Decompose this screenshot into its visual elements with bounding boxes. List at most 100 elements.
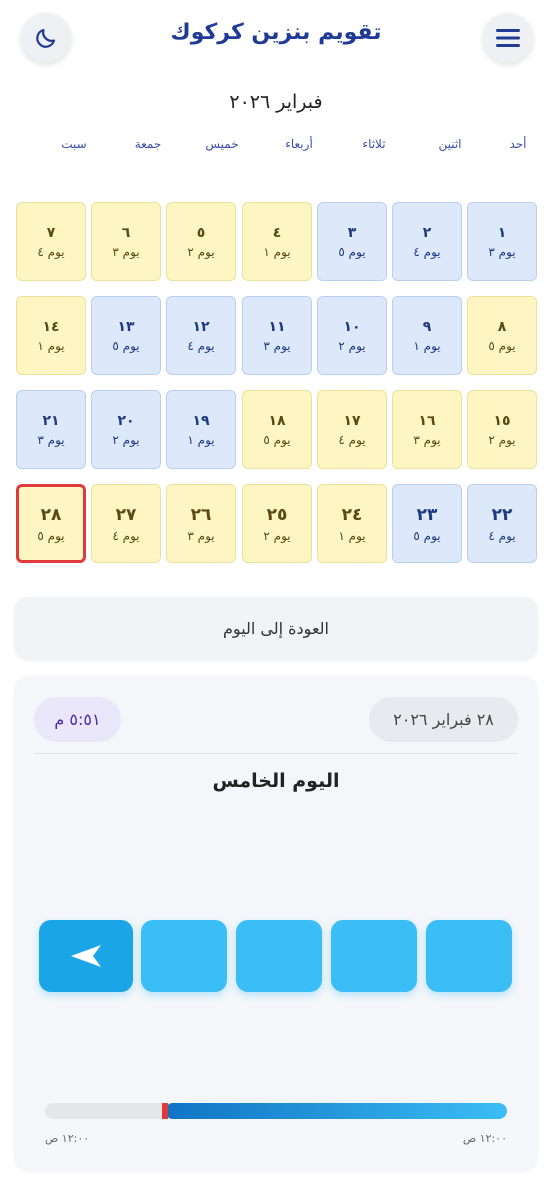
day-cycle-label: يوم ٥ bbox=[488, 338, 516, 353]
weekday-label: اثنين bbox=[438, 137, 462, 151]
day-cycle-label: يوم ٤ bbox=[488, 528, 516, 543]
calendar-day[interactable]: ١١ يوم ٣ bbox=[242, 296, 312, 375]
day-cycle-label: يوم ٤ bbox=[187, 338, 215, 353]
day-cycle-label: يوم ٥ bbox=[413, 528, 441, 543]
calendar-day[interactable]: ٢٤ يوم ١ bbox=[317, 484, 387, 563]
weekday-label: جمعة bbox=[134, 137, 162, 151]
day-number: ٤ bbox=[272, 224, 282, 241]
progress-end-label: ١٢:٠٠ ص bbox=[45, 1132, 90, 1145]
day-cycle-label: يوم ٢ bbox=[112, 432, 140, 447]
weekday-label: ثلاثاء bbox=[362, 137, 386, 151]
day-number: ٢٦ bbox=[190, 504, 212, 525]
calendar-day[interactable]: ١٣ يوم ٥ bbox=[91, 296, 161, 375]
day-number: ٢٥ bbox=[266, 504, 288, 525]
calendar-day[interactable]: ٨ يوم ٥ bbox=[467, 296, 537, 375]
day-name: اليوم الخامس bbox=[212, 770, 340, 792]
day-cycle-label: يوم ١ bbox=[263, 244, 291, 259]
calendar-day[interactable]: ٩ يوم ١ bbox=[392, 296, 462, 375]
day-cycle-label: يوم ١ bbox=[413, 338, 441, 353]
day-number: ١٦ bbox=[418, 412, 436, 429]
calendar-day[interactable]: ٢٠ يوم ٢ bbox=[91, 390, 161, 469]
calendar-day[interactable]: ٢١ يوم ٣ bbox=[16, 390, 86, 469]
arrow-left-icon bbox=[71, 945, 101, 967]
day-slot-4[interactable] bbox=[141, 920, 227, 992]
calendar-day[interactable]: ٢٧ يوم ٤ bbox=[91, 484, 161, 563]
day-number: ١٨ bbox=[268, 412, 286, 429]
day-cycle-label: يوم ٣ bbox=[37, 432, 65, 447]
day-number: ١٢ bbox=[192, 318, 210, 335]
current-time-badge: ٥:٥١ م bbox=[34, 697, 121, 742]
calendar-day[interactable]: ٧ يوم ٤ bbox=[16, 202, 86, 281]
day-number: ٢٣ bbox=[416, 504, 438, 525]
day-number: ١٤ bbox=[42, 318, 60, 335]
day-cycle-label: يوم ٥ bbox=[338, 244, 366, 259]
day-cycle-label: يوم ٥ bbox=[37, 528, 65, 543]
calendar-day[interactable]: ٢ يوم ٤ bbox=[392, 202, 462, 281]
calendar-day[interactable]: ٢٢ يوم ٤ bbox=[467, 484, 537, 563]
calendar-day[interactable]: ١ يوم ٣ bbox=[467, 202, 537, 281]
day-cycle-label: يوم ٢ bbox=[187, 244, 215, 259]
day-number: ٩ bbox=[422, 318, 432, 335]
calendar-day[interactable]: ١٨ يوم ٥ bbox=[242, 390, 312, 469]
calendar-day[interactable]: ٤ يوم ١ bbox=[242, 202, 312, 281]
day-cycle-label: يوم ٣ bbox=[263, 338, 291, 353]
calendar-day[interactable]: ١٥ يوم ٢ bbox=[467, 390, 537, 469]
calendar-day[interactable]: ١٩ يوم ١ bbox=[166, 390, 236, 469]
calendar-day[interactable]: ١٢ يوم ٤ bbox=[166, 296, 236, 375]
progress-marker bbox=[162, 1103, 168, 1119]
day-number: ٢ bbox=[422, 224, 432, 241]
calendar-day[interactable]: ١٧ يوم ٤ bbox=[317, 390, 387, 469]
weekday-header: أحد اثنين ثلاثاء أربعاء خميس جمعة سبت bbox=[0, 137, 552, 157]
day-slot-3[interactable] bbox=[236, 920, 322, 992]
calendar-day[interactable]: ١٦ يوم ٣ bbox=[392, 390, 462, 469]
day-number: ٧ bbox=[46, 224, 56, 241]
calendar-day[interactable]: ٢٦ يوم ٣ bbox=[166, 484, 236, 563]
day-slot-2[interactable] bbox=[331, 920, 417, 992]
day-number: ٢٢ bbox=[491, 504, 513, 525]
calendar-day[interactable]: ٦ يوم ٣ bbox=[91, 202, 161, 281]
day-slot-1[interactable] bbox=[426, 920, 512, 992]
day-info-card: ٢٨ فبراير ٢٠٢٦ ٥:٥١ م اليوم الخامس ١٢:٠٠… bbox=[15, 676, 537, 1170]
day-number: ٢١ bbox=[42, 412, 60, 429]
calendar-day[interactable]: ٣ يوم ٥ bbox=[317, 202, 387, 281]
day-slot-5[interactable] bbox=[39, 920, 133, 992]
weekday-label: أربعاء bbox=[285, 137, 313, 151]
day-number: ١٣ bbox=[117, 318, 135, 335]
day-cycle-label: يوم ٣ bbox=[187, 528, 215, 543]
calendar-day[interactable]: ٢٨ يوم ٥ bbox=[16, 484, 86, 563]
moon-icon bbox=[36, 28, 56, 48]
day-cycle-label: يوم ٤ bbox=[37, 244, 65, 259]
day-number: ٨ bbox=[497, 318, 507, 335]
calendar-day[interactable]: ١٤ يوم ١ bbox=[16, 296, 86, 375]
day-number: ٢٧ bbox=[115, 504, 137, 525]
day-cycle-label: يوم ٢ bbox=[488, 432, 516, 447]
day-cycle-label: يوم ١ bbox=[37, 338, 65, 353]
day-number: ١ bbox=[497, 224, 507, 241]
divider bbox=[34, 753, 518, 754]
day-cycle-label: يوم ٤ bbox=[413, 244, 441, 259]
day-cycle-label: يوم ٤ bbox=[338, 432, 366, 447]
day-number: ٢٨ bbox=[40, 504, 62, 525]
day-number: ٥ bbox=[196, 224, 206, 241]
calendar-day[interactable]: ١٠ يوم ٢ bbox=[317, 296, 387, 375]
calendar-day[interactable]: ٥ يوم ٢ bbox=[166, 202, 236, 281]
day-number: ٣ bbox=[347, 224, 357, 241]
day-cycle-label: يوم ٤ bbox=[112, 528, 140, 543]
calendar-day[interactable]: ٢٣ يوم ٥ bbox=[392, 484, 462, 563]
app-header: تقويم بنزين كركوك bbox=[0, 0, 552, 76]
progress-fill bbox=[165, 1103, 507, 1119]
weekday-label: سبت bbox=[61, 137, 87, 151]
day-number: ١٥ bbox=[493, 412, 511, 429]
back-to-today-button[interactable]: العودة إلى اليوم bbox=[15, 597, 537, 659]
day-number: ١٩ bbox=[192, 412, 210, 429]
selected-date-badge: ٢٨ فبراير ٢٠٢٦ bbox=[369, 697, 518, 742]
day-cycle-label: يوم ١ bbox=[187, 432, 215, 447]
calendar-day[interactable]: ٢٥ يوم ٢ bbox=[242, 484, 312, 563]
day-cycle-label: يوم ٥ bbox=[112, 338, 140, 353]
day-cycle-label: يوم ٣ bbox=[413, 432, 441, 447]
day-cycle-label: يوم ٣ bbox=[488, 244, 516, 259]
theme-toggle-button[interactable] bbox=[21, 13, 71, 63]
day-cycle-label: يوم ١ bbox=[338, 528, 366, 543]
day-number: ١٠ bbox=[343, 318, 361, 335]
day-cycle-label: يوم ٢ bbox=[338, 338, 366, 353]
